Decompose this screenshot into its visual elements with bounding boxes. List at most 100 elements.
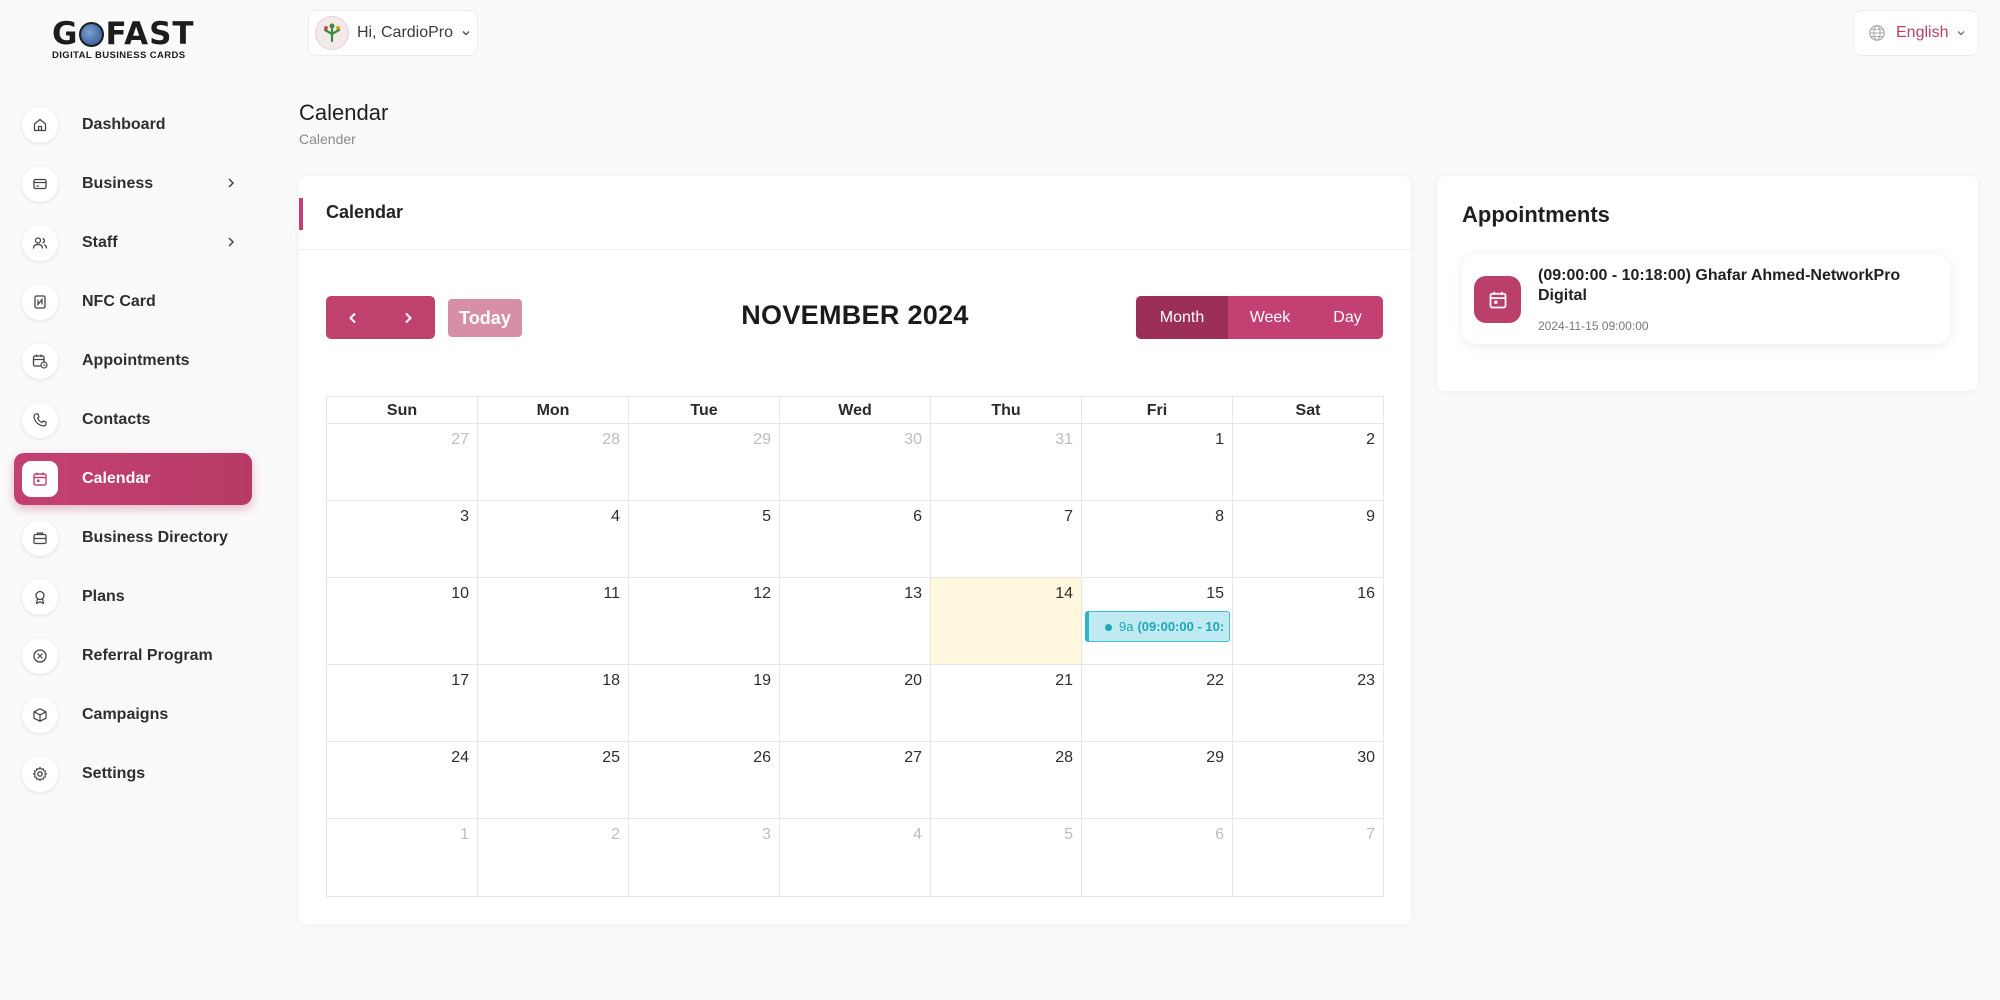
day-number: 28 — [1055, 749, 1073, 766]
day-cell[interactable]: 6 — [1082, 819, 1233, 896]
day-cell[interactable]: 15 9a (09:00:00 - 10: — [1082, 578, 1233, 664]
day-number: 7 — [1064, 508, 1073, 525]
day-cell[interactable]: 26 — [629, 742, 780, 818]
view-day-button[interactable]: Day — [1312, 296, 1383, 339]
sidebar: Dashboard Business Staff NFC Card Appoin… — [14, 99, 252, 807]
day-number: 19 — [753, 672, 771, 689]
day-cell[interactable]: 19 — [629, 665, 780, 741]
day-cell[interactable]: 28 — [478, 424, 629, 500]
calendar-card-header: Calendar — [299, 176, 1411, 250]
day-cell[interactable]: 2 — [1233, 424, 1383, 500]
day-cell[interactable]: 18 — [478, 665, 629, 741]
calendar-clock-icon — [22, 343, 58, 379]
day-cell[interactable]: 24 — [327, 742, 478, 818]
day-number: 2 — [611, 826, 620, 843]
event-dot-icon — [1105, 624, 1112, 631]
sidebar-item-referral-program[interactable]: Referral Program — [14, 630, 252, 682]
day-number: 3 — [460, 508, 469, 525]
day-number: 12 — [753, 585, 771, 602]
day-cell[interactable]: 1 — [1082, 424, 1233, 500]
day-cell[interactable]: 9 — [1233, 501, 1383, 577]
calendar-event[interactable]: 9a (09:00:00 - 10: — [1085, 611, 1230, 642]
day-cell[interactable]: 5 — [629, 501, 780, 577]
view-switcher: Month Week Day — [1136, 296, 1383, 339]
day-number: 21 — [1055, 672, 1073, 689]
day-number: 20 — [904, 672, 922, 689]
day-cell[interactable]: 30 — [780, 424, 931, 500]
sidebar-item-label: Contacts — [82, 411, 151, 428]
grid-body: 27 28 29 30 31 1 2 3 4 5 6 7 8 9 10 11 12 13 14 15 9a (09:00:… — [327, 424, 1383, 896]
chevron-down-icon — [462, 31, 470, 36]
language-selector[interactable]: English — [1853, 10, 1979, 56]
calendar-card: Calendar Today NOVEMBER 2024 Month Week … — [299, 176, 1411, 924]
day-cell[interactable]: 12 — [629, 578, 780, 664]
day-cell[interactable]: 6 — [780, 501, 931, 577]
sidebar-item-appointments[interactable]: Appointments — [14, 335, 252, 387]
week-row: 10 11 12 13 14 15 9a (09:00:00 - 10: 16 — [327, 578, 1383, 665]
week-row: 27 28 29 30 31 1 2 — [327, 424, 1383, 501]
day-cell[interactable]: 2 — [478, 819, 629, 896]
card-icon — [22, 166, 58, 202]
sidebar-item-settings[interactable]: Settings — [14, 748, 252, 800]
appointments-card: Appointments (09:00:00 - 10:18:00) Ghafa… — [1437, 176, 1978, 391]
day-cell[interactable]: 1 — [327, 819, 478, 896]
day-cell[interactable]: 10 — [327, 578, 478, 664]
week-row: 24 25 26 27 28 29 30 — [327, 742, 1383, 819]
day-cell[interactable]: 4 — [478, 501, 629, 577]
logo-text-left: G — [52, 16, 79, 52]
day-number: 4 — [913, 826, 922, 843]
day-cell[interactable]: 5 — [931, 819, 1082, 896]
day-cell[interactable]: 22 — [1082, 665, 1233, 741]
day-cell-today[interactable]: 14 — [931, 578, 1082, 664]
view-week-button[interactable]: Week — [1228, 296, 1312, 339]
view-month-button[interactable]: Month — [1136, 296, 1228, 339]
day-cell[interactable]: 31 — [931, 424, 1082, 500]
day-cell[interactable]: 20 — [780, 665, 931, 741]
day-cell[interactable]: 4 — [780, 819, 931, 896]
day-cell[interactable]: 27 — [327, 424, 478, 500]
day-cell[interactable]: 23 — [1233, 665, 1383, 741]
app-logo[interactable]: G FAST DIGITAL BUSINESS CARDS — [52, 16, 217, 61]
box-icon — [22, 697, 58, 733]
sidebar-item-label: Settings — [82, 765, 146, 782]
day-number: 27 — [451, 431, 469, 448]
user-greeting: Hi, CardioPro — [357, 24, 454, 41]
day-cell[interactable]: 7 — [1233, 819, 1383, 896]
appointments-title: Appointments — [1462, 202, 1610, 227]
day-cell[interactable]: 29 — [1082, 742, 1233, 818]
day-cell[interactable]: 11 — [478, 578, 629, 664]
day-cell[interactable]: 17 — [327, 665, 478, 741]
day-cell[interactable]: 27 — [780, 742, 931, 818]
sidebar-item-nfc-card[interactable]: NFC Card — [14, 276, 252, 328]
user-menu[interactable]: Hi, CardioPro — [308, 10, 478, 56]
weekday-label: Sat — [1295, 402, 1321, 419]
day-cell[interactable]: 3 — [327, 501, 478, 577]
sidebar-item-staff[interactable]: Staff — [14, 217, 252, 269]
day-cell[interactable]: 28 — [931, 742, 1082, 818]
chevron-right-icon — [228, 178, 235, 188]
day-cell[interactable]: 7 — [931, 501, 1082, 577]
day-cell[interactable]: 3 — [629, 819, 780, 896]
sidebar-item-plans[interactable]: Plans — [14, 571, 252, 623]
weekday-label: Thu — [931, 397, 1082, 423]
sidebar-item-contacts[interactable]: Contacts — [14, 394, 252, 446]
day-cell[interactable]: 16 — [1233, 578, 1383, 664]
day-number: 22 — [1206, 672, 1224, 689]
sidebar-item-label: Dashboard — [82, 116, 166, 133]
day-cell[interactable]: 25 — [478, 742, 629, 818]
day-cell[interactable]: 13 — [780, 578, 931, 664]
sidebar-item-business[interactable]: Business — [14, 158, 252, 210]
sidebar-item-campaigns[interactable]: Campaigns — [14, 689, 252, 741]
sidebar-item-dashboard[interactable]: Dashboard — [14, 99, 252, 151]
sidebar-item-calendar[interactable]: Calendar — [14, 453, 252, 505]
page-title: Calendar — [299, 100, 389, 125]
day-number: 7 — [1366, 826, 1375, 843]
appointment-item[interactable]: (09:00:00 - 10:18:00) Ghafar Ahmed-Netwo… — [1462, 254, 1950, 344]
day-number: 6 — [913, 508, 922, 525]
day-cell[interactable]: 29 — [629, 424, 780, 500]
day-cell[interactable]: 8 — [1082, 501, 1233, 577]
day-cell[interactable]: 30 — [1233, 742, 1383, 818]
day-cell[interactable]: 21 — [931, 665, 1082, 741]
weekday-header: Sun Mon Tue Wed Thu Fri Sat — [327, 397, 1383, 424]
sidebar-item-business-directory[interactable]: Business Directory — [14, 512, 252, 564]
